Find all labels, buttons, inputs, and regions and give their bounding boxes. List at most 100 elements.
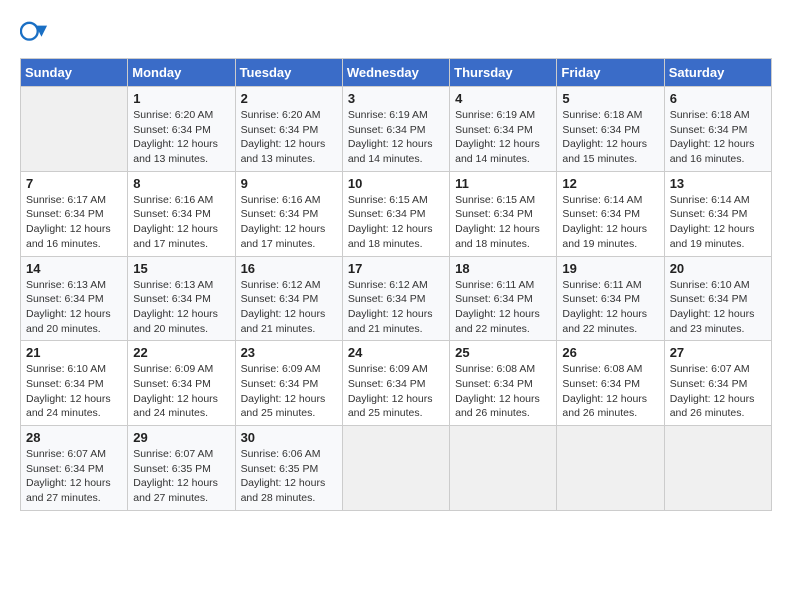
- day-number: 2: [241, 91, 337, 106]
- day-number: 20: [670, 261, 766, 276]
- calendar-cell: 19 Sunrise: 6:11 AMSunset: 6:34 PMDayligh…: [557, 256, 664, 341]
- day-number: 7: [26, 176, 122, 191]
- calendar-cell: 17 Sunrise: 6:12 AMSunset: 6:34 PMDayligh…: [342, 256, 449, 341]
- day-number: 24: [348, 345, 444, 360]
- calendar-cell: 14 Sunrise: 6:13 AMSunset: 6:34 PMDayligh…: [21, 256, 128, 341]
- calendar-cell: 23Sunrise: 6:09 AMSunset: 6:34 PMDayligh…: [235, 341, 342, 426]
- day-number: 4: [455, 91, 551, 106]
- calendar-cell: 30Sunrise: 6:06 AMSunset: 6:35 PMDayligh…: [235, 426, 342, 511]
- day-info: Sunrise: 6:13 AMSunset: 6:34 PMDaylight:…: [133, 278, 229, 337]
- day-number: 3: [348, 91, 444, 106]
- day-info: Sunrise: 6:13 AMSunset: 6:34 PMDaylight:…: [26, 278, 122, 337]
- day-number: 1: [133, 91, 229, 106]
- column-header-tuesday: Tuesday: [235, 59, 342, 87]
- day-number: 9: [241, 176, 337, 191]
- day-number: 17: [348, 261, 444, 276]
- day-info: Sunrise: 6:09 AMSunset: 6:34 PMDaylight:…: [133, 362, 229, 421]
- day-info: Sunrise: 6:08 AMSunset: 6:34 PMDaylight:…: [562, 362, 658, 421]
- calendar-cell: 29Sunrise: 6:07 AMSunset: 6:35 PMDayligh…: [128, 426, 235, 511]
- calendar-cell: 9 Sunrise: 6:16 AMSunset: 6:34 PMDaylight…: [235, 171, 342, 256]
- calendar-cell: 20Sunrise: 6:10 AMSunset: 6:34 PMDayligh…: [664, 256, 771, 341]
- calendar-cell: 22 Sunrise: 6:09 AMSunset: 6:34 PMDayligh…: [128, 341, 235, 426]
- column-header-saturday: Saturday: [664, 59, 771, 87]
- calendar-cell: 3 Sunrise: 6:19 AMSunset: 6:34 PMDaylight…: [342, 87, 449, 172]
- calendar-cell: 13 Sunrise: 6:14 AMSunset: 6:34 PMDayligh…: [664, 171, 771, 256]
- day-info: Sunrise: 6:09 AMSunset: 6:34 PMDaylight:…: [348, 362, 444, 421]
- calendar-week-row: 7 Sunrise: 6:17 AMSunset: 6:34 PMDaylight…: [21, 171, 772, 256]
- calendar-cell: [21, 87, 128, 172]
- column-header-thursday: Thursday: [450, 59, 557, 87]
- day-number: 15: [133, 261, 229, 276]
- calendar-cell: 25 Sunrise: 6:08 AMSunset: 6:34 PMDayligh…: [450, 341, 557, 426]
- calendar-cell: 2 Sunrise: 6:20 AMSunset: 6:34 PMDaylight…: [235, 87, 342, 172]
- day-number: 27: [670, 345, 766, 360]
- calendar-week-row: 14 Sunrise: 6:13 AMSunset: 6:34 PMDayligh…: [21, 256, 772, 341]
- day-number: 13: [670, 176, 766, 191]
- day-number: 21: [26, 345, 122, 360]
- day-info: Sunrise: 6:17 AMSunset: 6:34 PMDaylight:…: [26, 193, 122, 252]
- calendar-cell: 26 Sunrise: 6:08 AMSunset: 6:34 PMDayligh…: [557, 341, 664, 426]
- calendar-cell: 24 Sunrise: 6:09 AMSunset: 6:34 PMDayligh…: [342, 341, 449, 426]
- day-info: Sunrise: 6:20 AMSunset: 6:34 PMDaylight:…: [241, 108, 337, 167]
- day-info: Sunrise: 6:07 AMSunset: 6:34 PMDaylight:…: [26, 447, 122, 506]
- day-number: 25: [455, 345, 551, 360]
- day-info: Sunrise: 6:14 AMSunset: 6:34 PMDaylight:…: [670, 193, 766, 252]
- calendar-cell: 15 Sunrise: 6:13 AMSunset: 6:34 PMDayligh…: [128, 256, 235, 341]
- logo: [20, 20, 52, 48]
- day-info: Sunrise: 6:08 AMSunset: 6:34 PMDaylight:…: [455, 362, 551, 421]
- day-number: 6: [670, 91, 766, 106]
- page-header: [20, 20, 772, 48]
- day-number: 14: [26, 261, 122, 276]
- calendar-cell: 4 Sunrise: 6:19 AMSunset: 6:34 PMDaylight…: [450, 87, 557, 172]
- calendar-cell: 8Sunrise: 6:16 AMSunset: 6:34 PMDaylight…: [128, 171, 235, 256]
- calendar-cell: 28 Sunrise: 6:07 AMSunset: 6:34 PMDayligh…: [21, 426, 128, 511]
- column-header-sunday: Sunday: [21, 59, 128, 87]
- day-number: 29: [133, 430, 229, 445]
- day-number: 26: [562, 345, 658, 360]
- calendar-week-row: 28 Sunrise: 6:07 AMSunset: 6:34 PMDayligh…: [21, 426, 772, 511]
- calendar-cell: [450, 426, 557, 511]
- calendar-cell: [664, 426, 771, 511]
- day-info: Sunrise: 6:18 AMSunset: 6:34 PMDaylight:…: [562, 108, 658, 167]
- calendar-week-row: 1 Sunrise: 6:20 AMSunset: 6:34 PMDaylight…: [21, 87, 772, 172]
- day-info: Sunrise: 6:19 AMSunset: 6:34 PMDaylight:…: [455, 108, 551, 167]
- calendar-cell: 5Sunrise: 6:18 AMSunset: 6:34 PMDaylight…: [557, 87, 664, 172]
- day-info: Sunrise: 6:19 AMSunset: 6:34 PMDaylight:…: [348, 108, 444, 167]
- day-info: Sunrise: 6:18 AMSunset: 6:34 PMDaylight:…: [670, 108, 766, 167]
- day-number: 28: [26, 430, 122, 445]
- column-header-monday: Monday: [128, 59, 235, 87]
- calendar-table: SundayMondayTuesdayWednesdayThursdayFrid…: [20, 58, 772, 511]
- calendar-cell: 6 Sunrise: 6:18 AMSunset: 6:34 PMDaylight…: [664, 87, 771, 172]
- day-number: 12: [562, 176, 658, 191]
- day-info: Sunrise: 6:16 AMSunset: 6:34 PMDaylight:…: [241, 193, 337, 252]
- day-info: Sunrise: 6:20 AMSunset: 6:34 PMDaylight:…: [133, 108, 229, 167]
- day-number: 18: [455, 261, 551, 276]
- calendar-week-row: 21 Sunrise: 6:10 AMSunset: 6:34 PMDayligh…: [21, 341, 772, 426]
- day-info: Sunrise: 6:09 AMSunset: 6:34 PMDaylight:…: [241, 362, 337, 421]
- calendar-cell: [342, 426, 449, 511]
- day-number: 19: [562, 261, 658, 276]
- day-info: Sunrise: 6:11 AMSunset: 6:34 PMDaylight:…: [562, 278, 658, 337]
- calendar-header-row: SundayMondayTuesdayWednesdayThursdayFrid…: [21, 59, 772, 87]
- column-header-wednesday: Wednesday: [342, 59, 449, 87]
- day-number: 8: [133, 176, 229, 191]
- day-info: Sunrise: 6:15 AMSunset: 6:34 PMDaylight:…: [348, 193, 444, 252]
- calendar-cell: 11Sunrise: 6:15 AMSunset: 6:34 PMDayligh…: [450, 171, 557, 256]
- day-info: Sunrise: 6:10 AMSunset: 6:34 PMDaylight:…: [26, 362, 122, 421]
- day-number: 22: [133, 345, 229, 360]
- day-number: 16: [241, 261, 337, 276]
- calendar-cell: 16 Sunrise: 6:12 AMSunset: 6:34 PMDayligh…: [235, 256, 342, 341]
- calendar-cell: [557, 426, 664, 511]
- day-info: Sunrise: 6:11 AMSunset: 6:34 PMDaylight:…: [455, 278, 551, 337]
- day-info: Sunrise: 6:06 AMSunset: 6:35 PMDaylight:…: [241, 447, 337, 506]
- calendar-cell: 18 Sunrise: 6:11 AMSunset: 6:34 PMDayligh…: [450, 256, 557, 341]
- column-header-friday: Friday: [557, 59, 664, 87]
- day-info: Sunrise: 6:12 AMSunset: 6:34 PMDaylight:…: [348, 278, 444, 337]
- day-info: Sunrise: 6:07 AMSunset: 6:34 PMDaylight:…: [670, 362, 766, 421]
- day-info: Sunrise: 6:12 AMSunset: 6:34 PMDaylight:…: [241, 278, 337, 337]
- calendar-cell: 1 Sunrise: 6:20 AMSunset: 6:34 PMDaylight…: [128, 87, 235, 172]
- day-info: Sunrise: 6:14 AMSunset: 6:34 PMDaylight:…: [562, 193, 658, 252]
- day-number: 11: [455, 176, 551, 191]
- day-number: 10: [348, 176, 444, 191]
- calendar-cell: 27 Sunrise: 6:07 AMSunset: 6:34 PMDayligh…: [664, 341, 771, 426]
